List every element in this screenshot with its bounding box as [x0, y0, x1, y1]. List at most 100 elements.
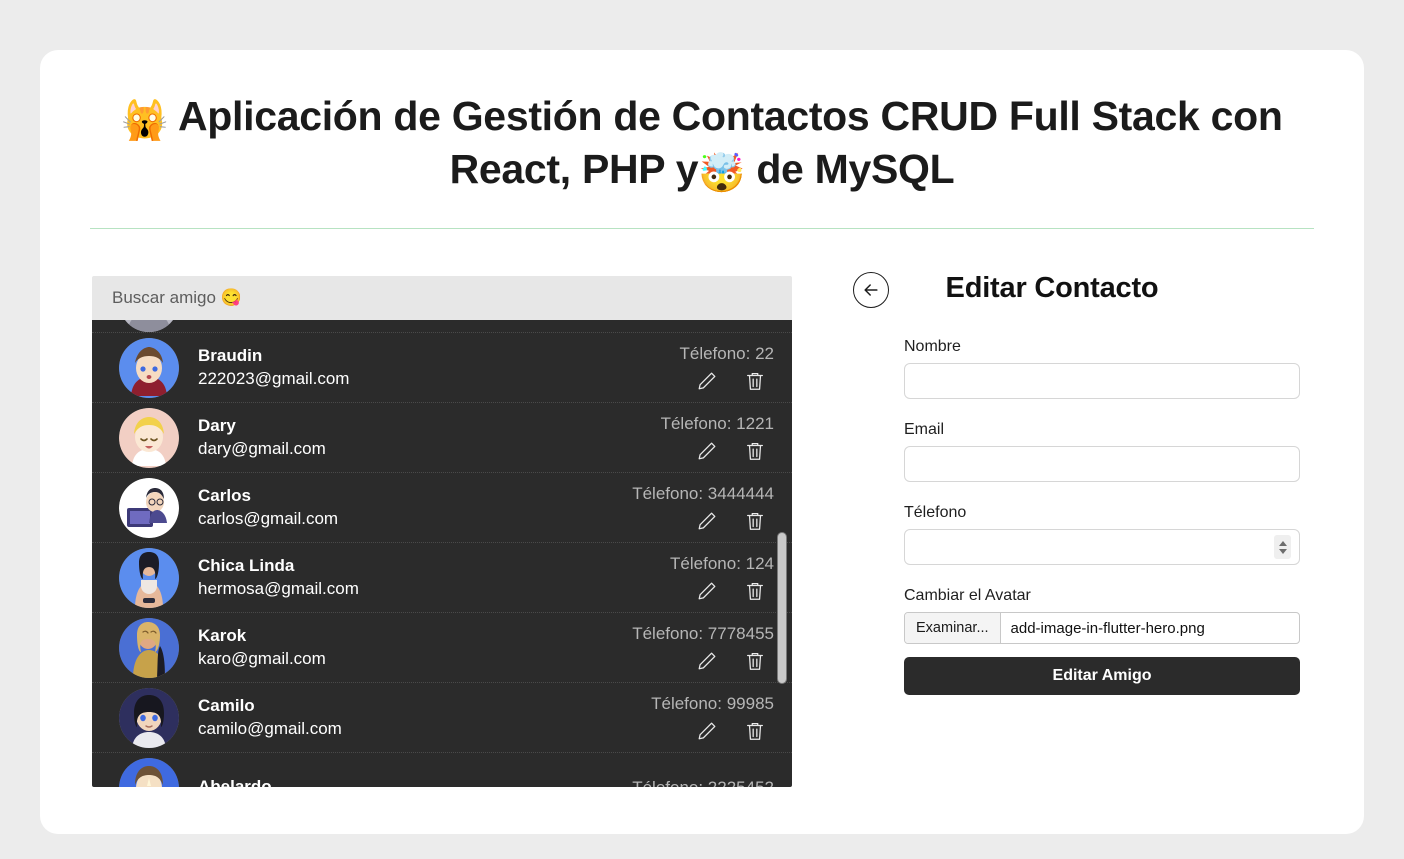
contact-phone: Télefono: 99985: [651, 693, 774, 713]
avatar: [119, 320, 179, 332]
avatar-label: Cambiar el Avatar: [904, 587, 1031, 604]
list-scrollbar[interactable]: [777, 320, 787, 787]
edit-contact-button[interactable]: [696, 440, 718, 462]
edit-contact-form: Editar Contacto Nombre Email Télefono Ca…: [822, 264, 1300, 695]
delete-contact-button[interactable]: [744, 720, 766, 742]
contact-info: Camilo camilo@gmail.com: [198, 696, 342, 740]
browse-file-button[interactable]: Examinar...: [905, 613, 1001, 643]
contact-email: hermosa@gmail.com: [198, 578, 359, 598]
delete-contact-button[interactable]: [744, 370, 766, 392]
contact-phone: Télefono: 22: [679, 343, 774, 363]
edit-contact-button[interactable]: [696, 370, 718, 392]
contact-phone: Télefono: 3444444: [632, 483, 774, 503]
scrollbar-thumb[interactable]: [777, 532, 787, 684]
table-row[interactable]: Camilo camilo@gmail.com Télefono: 99985: [92, 682, 792, 752]
nombre-label: Nombre: [904, 338, 961, 355]
contact-list-scroll[interactable]: Braudin 222023@gmail.com Télefono: 22 Da…: [92, 320, 792, 787]
title-divider: [90, 228, 1314, 229]
row-actions: [696, 580, 774, 602]
field-avatar: Cambiar el Avatar Examinar... add-image-…: [822, 587, 1300, 695]
table-row[interactable]: Dary dary@gmail.com Télefono: 1221: [92, 402, 792, 472]
edit-contact-button[interactable]: [696, 510, 718, 532]
avatar: [119, 757, 179, 787]
row-actions: [696, 720, 774, 742]
contact-email: karo@gmail.com: [198, 648, 326, 668]
email-input[interactable]: [904, 446, 1300, 482]
field-telefono: Télefono: [822, 504, 1300, 565]
telefono-wrap: [904, 529, 1300, 565]
telefono-input[interactable]: [904, 529, 1300, 565]
contact-phone: Télefono: 1221: [660, 413, 774, 433]
scrolled-partial-row: [92, 320, 792, 332]
contact-info: Dary dary@gmail.com: [198, 416, 326, 460]
row-right: Télefono: 7778455: [632, 624, 774, 672]
edit-contact-button[interactable]: [696, 580, 718, 602]
delete-contact-button[interactable]: [744, 650, 766, 672]
contact-phone: Télefono: 124: [670, 553, 774, 573]
table-row[interactable]: Chica Linda hermosa@gmail.com Télefono: …: [92, 542, 792, 612]
avatar: [119, 547, 179, 608]
telefono-label: Télefono: [904, 504, 967, 521]
contact-phone: Télefono: 7778455: [632, 623, 774, 643]
delete-contact-button[interactable]: [744, 510, 766, 532]
contact-name: Carlos: [198, 485, 251, 505]
contact-info: Chica Linda hermosa@gmail.com: [198, 556, 359, 600]
weary-cat-emoji: 🙀: [121, 100, 169, 142]
avatar: [119, 617, 179, 678]
table-row[interactable]: Abelardo Télefono: 2225452: [92, 752, 792, 787]
avatar: [119, 477, 179, 538]
edit-contact-button[interactable]: [696, 650, 718, 672]
contact-email: 222023@gmail.com: [198, 368, 350, 388]
email-label: Email: [904, 421, 945, 438]
page-title-text-2: de MySQL: [756, 146, 955, 192]
avatar: [119, 337, 179, 398]
number-stepper-icon[interactable]: [1274, 535, 1291, 559]
contact-email: camilo@gmail.com: [198, 718, 342, 738]
edit-contact-button[interactable]: [696, 720, 718, 742]
contact-email: dary@gmail.com: [198, 438, 326, 458]
contact-email: carlos@gmail.com: [198, 508, 339, 528]
app-card: 🙀 Aplicación de Gestión de Contactos CRU…: [40, 50, 1364, 834]
table-row[interactable]: Karok karo@gmail.com Télefono: 7778455: [92, 612, 792, 682]
row-right: Télefono: 2225452: [632, 778, 774, 788]
row-actions: [696, 650, 774, 672]
page-title: 🙀 Aplicación de Gestión de Contactos CRU…: [40, 50, 1364, 198]
nombre-input[interactable]: [904, 363, 1300, 399]
contact-info: Abelardo: [198, 777, 272, 788]
contact-list-panel: Braudin 222023@gmail.com Télefono: 22: [92, 276, 792, 787]
contact-info: Karok karo@gmail.com: [198, 626, 326, 670]
back-arrow-icon[interactable]: [853, 272, 889, 308]
form-title: Editar Contacto: [945, 272, 1159, 304]
form-header: Editar Contacto: [822, 264, 1282, 316]
contact-name: Dary: [198, 415, 236, 435]
selected-file-name: add-image-in-flutter-hero.png: [1010, 619, 1205, 637]
contact-name: Karok: [198, 625, 247, 645]
contact-name: Chica Linda: [198, 555, 295, 575]
exploding-head-emoji: 🤯: [698, 153, 746, 195]
row-right: Télefono: 3444444: [632, 484, 774, 532]
row-right: Télefono: 99985: [651, 694, 774, 742]
submit-edit-button[interactable]: Editar Amigo: [904, 657, 1300, 695]
file-input-row[interactable]: Examinar... add-image-in-flutter-hero.pn…: [904, 612, 1300, 644]
row-actions: [696, 440, 774, 462]
search-input[interactable]: [110, 287, 774, 309]
delete-contact-button[interactable]: [744, 440, 766, 462]
table-row[interactable]: Braudin 222023@gmail.com Télefono: 22: [92, 332, 792, 402]
contact-name: Braudin: [198, 345, 263, 365]
row-actions: [696, 370, 774, 392]
field-email: Email: [822, 421, 1300, 482]
delete-contact-button[interactable]: [744, 580, 766, 602]
search-bar: [92, 276, 792, 320]
contact-phone: Télefono: 2225452: [632, 777, 774, 788]
avatar: [119, 407, 179, 468]
table-row[interactable]: Carlos carlos@gmail.com Télefono: 344444…: [92, 472, 792, 542]
avatar: [119, 687, 179, 748]
row-right: Télefono: 22: [679, 344, 774, 392]
row-right: Télefono: 124: [670, 554, 774, 602]
contact-info: Braudin 222023@gmail.com: [198, 346, 349, 390]
contact-name: Camilo: [198, 695, 255, 715]
field-nombre: Nombre: [822, 338, 1300, 399]
contact-info: Carlos carlos@gmail.com: [198, 486, 338, 530]
contact-name: Abelardo: [198, 776, 272, 788]
row-right: Télefono: 1221: [661, 414, 774, 462]
